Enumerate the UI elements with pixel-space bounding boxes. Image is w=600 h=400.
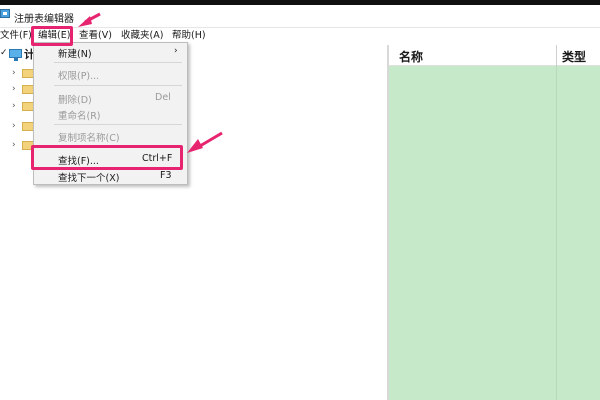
tree-expand-icon[interactable]: ›	[12, 140, 16, 150]
tree-expand-root-icon[interactable]: ✓	[0, 48, 8, 58]
tree-expand-icon[interactable]: ›	[12, 101, 16, 111]
menu-view[interactable]: 查看(V)	[79, 30, 112, 42]
find-next-shortcut: F3	[160, 170, 172, 181]
menu-separator	[54, 124, 182, 125]
tree-expand-icon[interactable]: ›	[12, 121, 16, 131]
menu-item-find-next[interactable]: 查找下一个(X)	[58, 170, 119, 184]
tree-expand-icon[interactable]: ›	[12, 84, 16, 94]
title-bar	[0, 5, 600, 28]
window-title: 注册表编辑器	[14, 14, 74, 25]
column-header-type[interactable]: 类型	[562, 48, 586, 65]
menu-help[interactable]: 帮助(H)	[172, 30, 206, 42]
pane-splitter[interactable]	[387, 45, 389, 400]
menu-separator	[54, 85, 182, 86]
highlight-box-edit-menu	[31, 26, 73, 46]
regedit-app-icon	[0, 9, 10, 18]
column-header-divider[interactable]	[556, 45, 557, 65]
computer-icon	[9, 49, 22, 61]
menu-item-copy-key-name[interactable]: 复制项名称(C)	[58, 130, 120, 144]
column-header-name[interactable]: 名称	[399, 48, 423, 65]
delete-shortcut: Del	[155, 92, 171, 103]
values-pane[interactable]	[388, 45, 600, 400]
menu-item-permissions[interactable]: 权限(P)...	[58, 68, 99, 82]
menu-favorites[interactable]: 收藏夹(A)	[121, 30, 163, 42]
menu-item-rename[interactable]: 重命名(R)	[58, 108, 101, 122]
submenu-arrow-icon: ›	[174, 46, 178, 56]
highlight-box-find-item	[31, 145, 183, 170]
menu-file[interactable]: 文件(F)	[0, 30, 32, 42]
menu-item-new[interactable]: 新建(N)	[58, 46, 92, 60]
menu-item-delete[interactable]: 删除(D)	[58, 92, 92, 106]
column-divider[interactable]	[556, 45, 557, 400]
tree-expand-icon[interactable]: ›	[12, 68, 16, 78]
menu-separator	[54, 62, 182, 63]
